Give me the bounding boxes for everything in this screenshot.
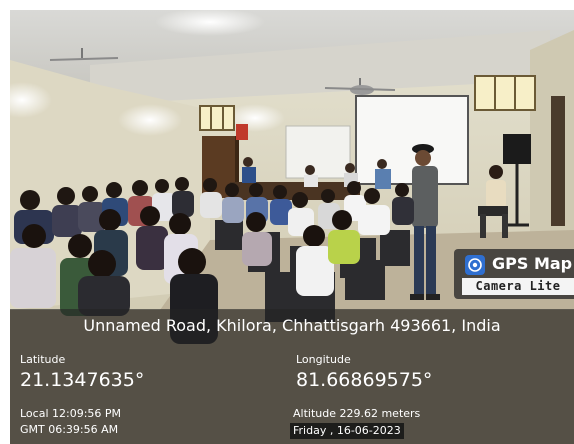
altitude-text: Altitude 229.62 meters [293,407,421,420]
longitude-label: Longitude [296,353,351,366]
app-subtitle: Camera Lite [462,278,574,295]
window-left [199,105,235,131]
longitude-value: 81.66869575° [296,369,433,391]
local-time: Local 12:09:56 PM [20,407,122,420]
red-poster [236,124,248,140]
ceiling-light [118,104,182,136]
address-text: Unnamed Road, Khilora, Chhattisgarh 4936… [83,316,501,335]
speaker [503,134,531,164]
latitude-value: 21.1347635° [20,369,145,391]
latitude-label: Latitude [20,353,66,366]
app-name: GPS Map [492,254,573,273]
gmt-time: GMT 06:39:56 AM [20,423,119,436]
gps-app-badge: GPS Map Camera Lite [454,249,574,299]
date-text: Friday , 16-06-2023 [290,423,404,439]
whiteboard [285,125,351,179]
projector-screen [355,95,469,185]
window-right [474,75,536,111]
wall-frame [551,96,565,226]
map-pin-globe-icon [465,255,485,275]
photo-frame: GPS Map Camera Lite Unnamed Road, Khilor… [10,10,574,444]
